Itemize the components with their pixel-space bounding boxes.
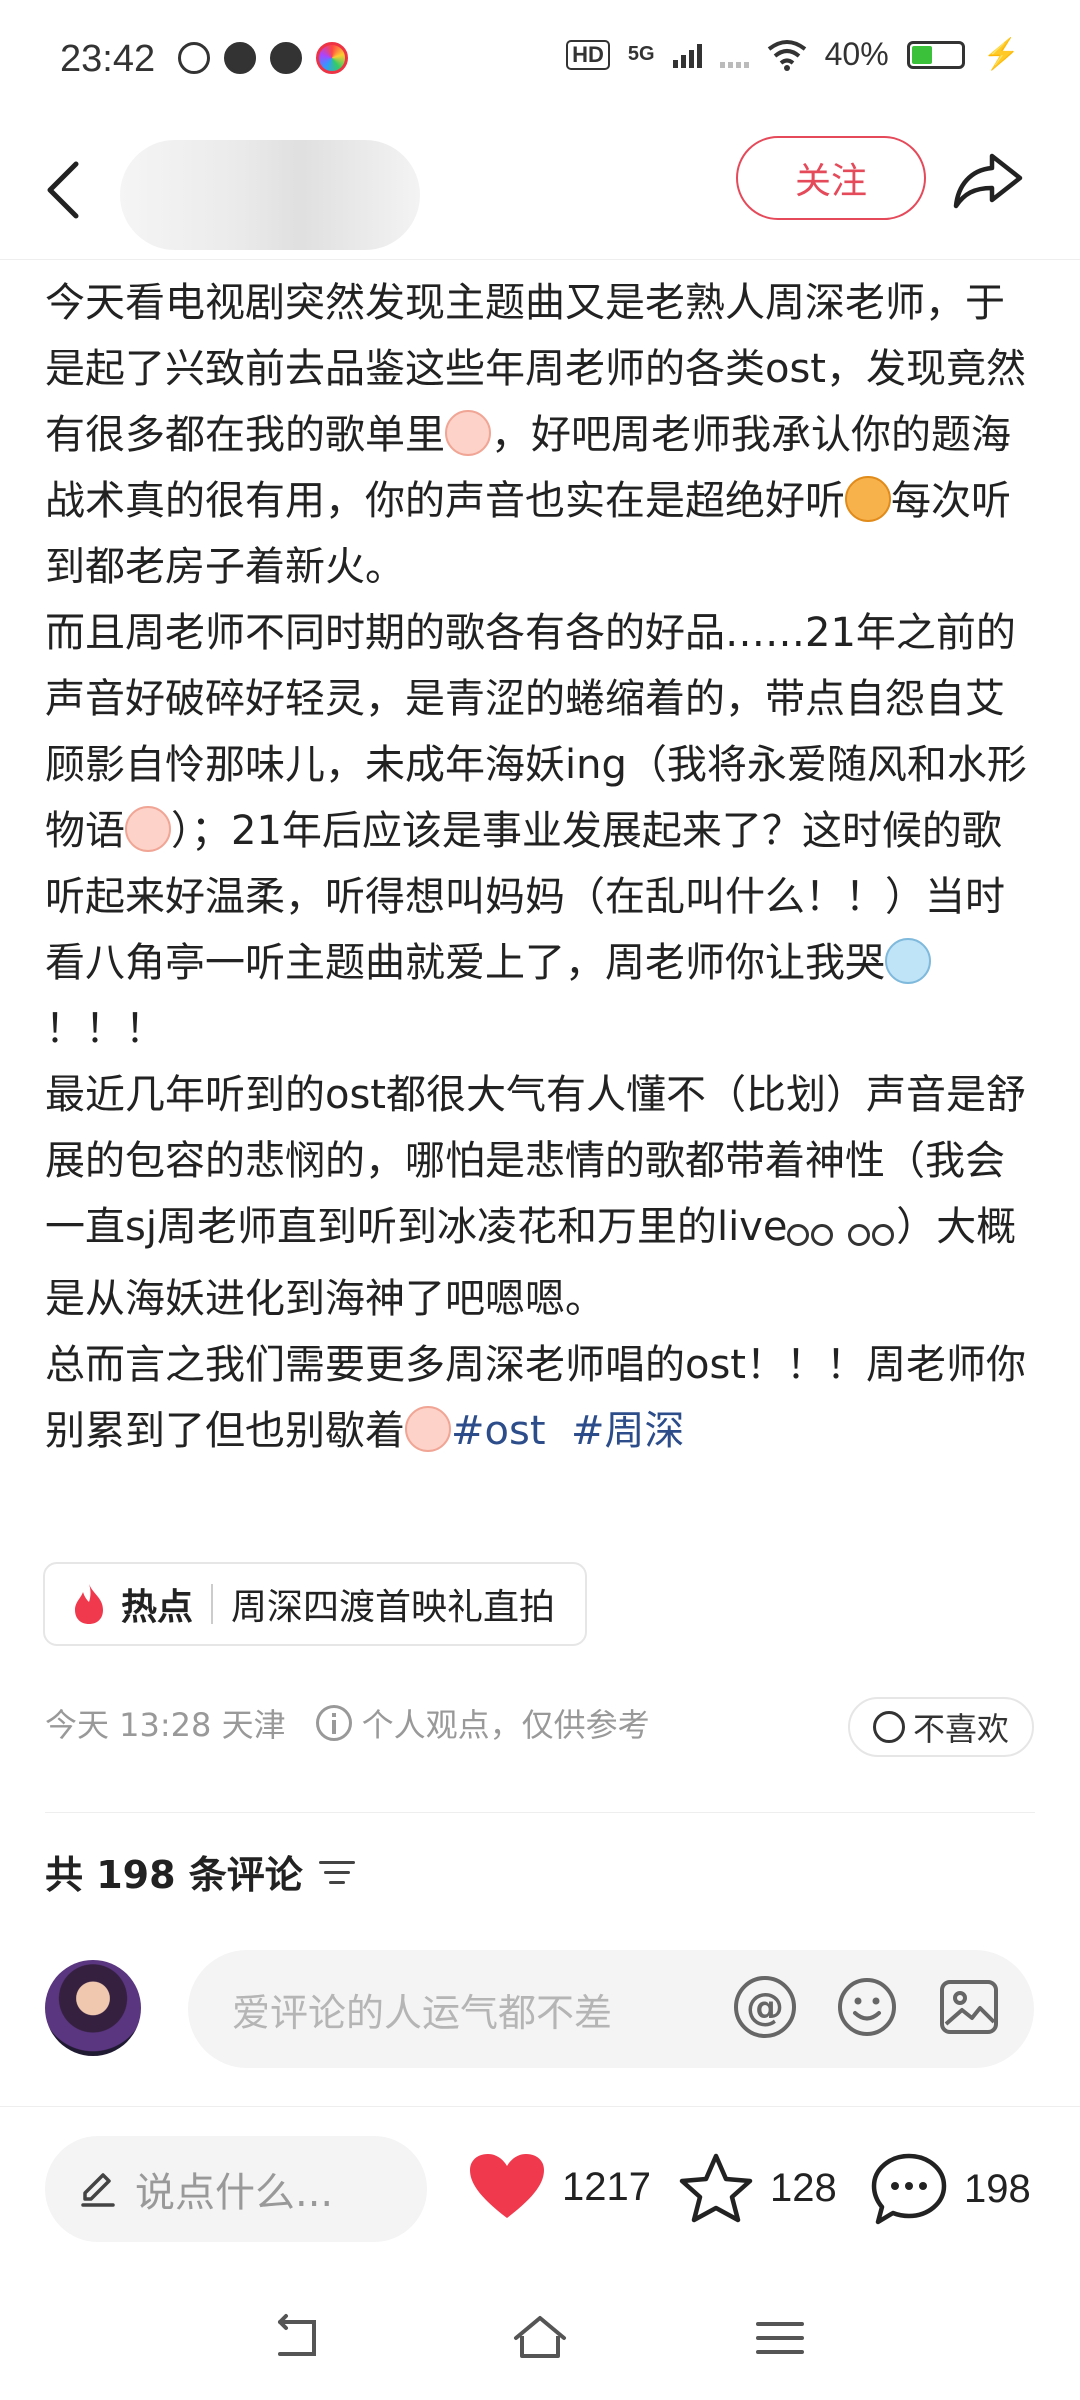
crying-emoji-icon xyxy=(885,938,931,984)
hashtag-zhoushen[interactable]: #周深 xyxy=(571,1408,685,1454)
star-icon xyxy=(679,2153,753,2223)
status-right: HD 5G 40% ⚡ xyxy=(566,36,1020,73)
battery-icon xyxy=(906,40,965,69)
user-avatar[interactable] xyxy=(45,1960,141,2056)
eyes-emoji-icon xyxy=(787,1200,835,1266)
follow-button[interactable]: 关注 xyxy=(736,136,926,220)
pencil-icon xyxy=(81,2173,115,2207)
battery-percent: 40% xyxy=(824,36,889,72)
charging-bolt-icon: ⚡ xyxy=(982,38,1020,71)
say-placeholder: 说点什么... xyxy=(135,2170,334,2216)
say-something-input[interactable]: 说点什么... xyxy=(45,2136,427,2242)
back-nav-icon[interactable] xyxy=(270,2310,326,2366)
dislike-label: 不喜欢 xyxy=(912,1710,1009,1748)
like-count: 1217 xyxy=(562,2164,651,2209)
heart-icon xyxy=(470,2154,544,2218)
menu-nav-icon[interactable] xyxy=(752,2310,808,2366)
like-button[interactable]: 1217 xyxy=(468,2152,651,2222)
dislike-button[interactable]: 不喜欢 xyxy=(848,1697,1034,1757)
chevron-left-icon[interactable] xyxy=(40,158,90,222)
at-mention-icon[interactable]: @ xyxy=(734,1976,796,2038)
color-wheel-icon xyxy=(316,42,348,74)
comment-button[interactable]: 198 xyxy=(870,2152,1031,2226)
network-label: 5G xyxy=(627,43,655,65)
frown-face-icon xyxy=(872,1711,905,1743)
post-body: 今天看电视剧突然发现主题曲又是老熟人周深老师，于是起了兴致前去品鉴这些年周老师的… xyxy=(45,270,1035,1464)
status-time: 23:42 xyxy=(60,38,156,80)
comments-header: 共 198 条评论 xyxy=(45,1844,355,1899)
peach-emoji-icon xyxy=(445,410,491,456)
comment-input-tools: @ xyxy=(734,1976,1000,2038)
emoji-smile-icon[interactable] xyxy=(836,1976,898,2038)
cat-emoji-icon xyxy=(845,476,891,522)
post-text: ）；21年后应该是事业发展起来了？这时候的歌听起来好温柔，听得想叫妈妈（在乱叫什… xyxy=(45,808,1005,986)
post-time-location: 今天 13:28 天津 xyxy=(45,1706,286,1744)
wifi-icon xyxy=(767,39,806,71)
share-arrow-icon[interactable] xyxy=(952,150,1024,210)
status-bar: 23:42 HD 5G 40% ⚡ xyxy=(0,0,1080,120)
k-app-icon xyxy=(178,42,210,74)
author-info-blurred[interactable] xyxy=(120,140,420,250)
system-nav-bar xyxy=(0,2280,1080,2400)
post-meta: 今天 13:28 天津 个人观点，仅供参考 xyxy=(45,1700,650,1746)
favorite-button[interactable]: 128 xyxy=(678,2152,837,2224)
separator xyxy=(211,1584,214,1624)
info-icon xyxy=(315,1705,352,1741)
hot-label: 热点 xyxy=(121,1587,194,1628)
signal-icon xyxy=(672,42,702,68)
sort-icon[interactable] xyxy=(318,1857,355,1887)
hashtag-ost[interactable]: #ost xyxy=(451,1408,546,1454)
image-icon[interactable] xyxy=(938,1976,1000,2038)
disclaimer-text: 个人观点，仅供参考 xyxy=(361,1706,650,1744)
comment-input[interactable]: 爱评论的人运气都不差 @ xyxy=(188,1950,1034,2068)
post-paragraph: 而且周老师不同时期的歌各有各的好品……21年之前的声音好破碎好轻灵，是青涩的蜷缩… xyxy=(45,600,1035,1062)
signal-2-icon xyxy=(719,42,749,68)
hd-icon: HD xyxy=(566,39,610,70)
divider xyxy=(45,1812,1035,1813)
comment-bubble-icon xyxy=(871,2153,947,2225)
post-paragraph: 今天看电视剧突然发现主题曲又是老熟人周深老师，于是起了兴致前去品鉴这些年周老师的… xyxy=(45,270,1035,600)
post-header: 关注 xyxy=(0,120,1080,260)
comment-placeholder: 爱评论的人运气都不差 xyxy=(232,1990,613,2035)
favorite-count: 128 xyxy=(770,2165,837,2210)
peach-emoji-icon xyxy=(125,806,171,852)
wechat-icon xyxy=(224,42,256,74)
timer-icon xyxy=(270,42,302,74)
comment-count: 198 xyxy=(964,2166,1031,2211)
flame-icon xyxy=(75,1584,103,1624)
notification-icons xyxy=(178,42,348,74)
post-paragraph: 总而言之我们需要更多周深老师唱的ost！！！周老师你别累到了但也别歇着 #ost … xyxy=(45,1332,1035,1464)
post-paragraph: 最近几年听到的ost都很大气有人懂不（比划）声音是舒展的包容的悲悯的，哪怕是悲情… xyxy=(45,1062,1035,1332)
hot-topic-text: 周深四渡首映礼直拍 xyxy=(231,1587,556,1628)
eyes-emoji-icon xyxy=(848,1200,896,1266)
divider xyxy=(0,2106,1080,2107)
post-text: ！！！ xyxy=(45,1006,165,1052)
home-nav-icon[interactable] xyxy=(512,2310,568,2366)
comments-count-title: 共 198 条评论 xyxy=(45,1853,303,1897)
peach-emoji-icon xyxy=(405,1406,451,1452)
hot-topic-tag[interactable]: 热点 周深四渡首映礼直拍 xyxy=(43,1562,588,1646)
